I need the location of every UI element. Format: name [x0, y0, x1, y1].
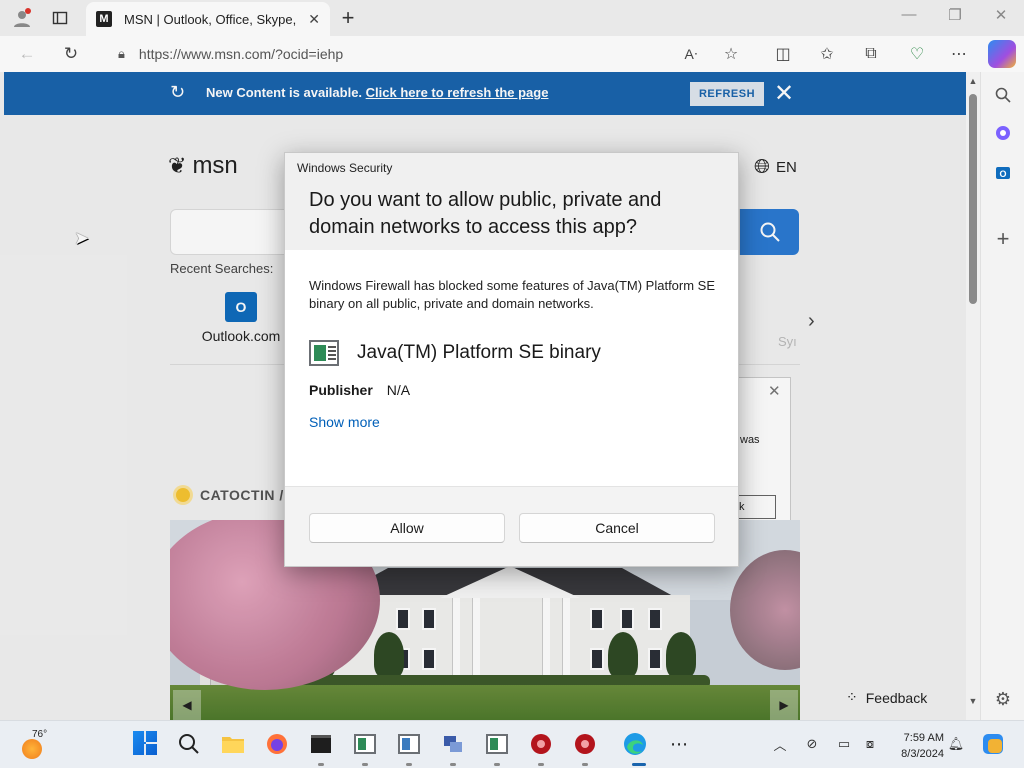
- network-app-icon[interactable]: [440, 731, 466, 757]
- tab-bar: M MSN | Outlook, Office, Skype, Bing ✕ +…: [0, 0, 1024, 36]
- java-app-icon-1[interactable]: [352, 731, 378, 757]
- page-scrollbar[interactable]: ▲ ▼: [966, 72, 980, 720]
- clock-time: 7:59 AM: [903, 732, 944, 744]
- tray-display-icon[interactable]: ▭: [834, 734, 854, 754]
- terminal-icon[interactable]: [308, 731, 334, 757]
- java-app-icon: [309, 340, 339, 366]
- ruby-app-icon-1[interactable]: [528, 731, 554, 757]
- taskbar-clock[interactable]: 7:59 AM 8/3/2024: [884, 730, 944, 762]
- tray-wifi-off-icon[interactable]: ⊘: [802, 734, 822, 754]
- minimize-icon[interactable]: —: [894, 6, 924, 28]
- sidebar-search-icon[interactable]: [990, 82, 1016, 108]
- profile-icon[interactable]: [10, 6, 34, 30]
- tab-title: MSN | Outlook, Office, Skype, Bing: [124, 11, 299, 27]
- restore-icon[interactable]: ❐: [940, 6, 970, 28]
- browser-essentials-icon[interactable]: ♡: [904, 42, 930, 66]
- taskbar: 76° ⋯ ︿ ⊘ ▭ ⧇ 7:59 AM 8/3/2024 🔔︎: [0, 720, 1024, 768]
- notification-bell-icon[interactable]: 🔔︎: [946, 734, 966, 754]
- weather-temperature: 76°: [32, 729, 48, 740]
- new-tab-icon[interactable]: +: [336, 5, 360, 30]
- close-window-icon[interactable]: ✕: [986, 6, 1016, 28]
- dialog-header: Windows Security Do you want to allow pu…: [285, 153, 738, 250]
- java-app-icon-3[interactable]: [484, 731, 510, 757]
- dialog-app-name: Java(TM) Platform SE binary: [357, 342, 601, 363]
- read-aloud-icon[interactable]: Aᐧ: [678, 42, 704, 66]
- collections-icon[interactable]: ⧉: [858, 42, 884, 66]
- split-screen-icon[interactable]: ◫: [770, 42, 796, 66]
- tray-chevron-up-icon[interactable]: ︿: [770, 734, 790, 754]
- cancel-button[interactable]: Cancel: [519, 513, 715, 543]
- url-text: https://www.msn.com/?ocid=iehp: [138, 46, 344, 62]
- more-apps-icon[interactable]: ⋯: [666, 731, 692, 757]
- file-explorer-icon[interactable]: [220, 731, 246, 757]
- allow-button[interactable]: Allow: [309, 513, 505, 543]
- publisher-label: Publisher: [309, 382, 373, 398]
- settings-more-icon[interactable]: ⋯: [946, 42, 972, 66]
- dialog-heading: Do you want to allow public, private and…: [309, 189, 662, 238]
- dialog-footer: Allow Cancel: [285, 486, 738, 566]
- publisher-row: Publisher N/A: [309, 382, 410, 398]
- add-sidebar-item-icon[interactable]: +: [990, 226, 1016, 252]
- edge-browser-icon[interactable]: [622, 731, 648, 757]
- windows-security-dialog: Windows Security Do you want to allow pu…: [284, 152, 739, 567]
- taskbar-search-icon[interactable]: [176, 731, 202, 757]
- weather-sun-icon: [22, 739, 42, 759]
- copilot-taskbar-icon[interactable]: [980, 734, 1006, 754]
- outlook-sidebar-icon[interactable]: O: [990, 160, 1016, 186]
- ruby-app-icon-2[interactable]: [572, 731, 598, 757]
- tab-actions-icon[interactable]: [48, 6, 72, 30]
- address-bar: ← ↻ 🔒︎ https://www.msn.com/?ocid=iehp Aᐧ…: [0, 36, 1024, 72]
- show-more-link[interactable]: Show more: [309, 414, 380, 430]
- lock-icon: 🔒︎: [118, 46, 125, 61]
- svg-text:O: O: [999, 169, 1006, 179]
- scroll-up-icon[interactable]: ▲: [966, 76, 980, 86]
- firefox-icon[interactable]: [264, 731, 290, 757]
- dialog-description: Windows Firewall has blocked some featur…: [309, 278, 716, 311]
- clock-date: 8/3/2024: [901, 748, 944, 760]
- dialog-app-title: Windows Security: [297, 161, 393, 175]
- copilot-icon[interactable]: [988, 40, 1016, 68]
- url-field[interactable]: 🔒︎ https://www.msn.com/?ocid=iehp: [110, 40, 760, 68]
- tray-network-icon[interactable]: ⧇: [860, 734, 880, 754]
- scroll-down-icon[interactable]: ▼: [966, 696, 980, 706]
- copilot-sidebar-icon[interactable]: [990, 120, 1016, 146]
- publisher-value: N/A: [386, 382, 411, 398]
- msn-favicon-icon: M: [96, 11, 112, 27]
- java-app-icon-2[interactable]: [396, 731, 422, 757]
- tab-msn[interactable]: M MSN | Outlook, Office, Skype, Bing ✕: [86, 2, 330, 36]
- weather-widget[interactable]: 76°: [20, 729, 50, 759]
- edge-sidebar: O + ⚙: [980, 72, 1024, 720]
- scroll-thumb[interactable]: [969, 94, 977, 304]
- favorite-star-icon[interactable]: ☆: [718, 42, 744, 66]
- gear-icon[interactable]: ⚙: [990, 686, 1016, 712]
- start-menu-icon[interactable]: [133, 731, 157, 755]
- tab-close-icon[interactable]: ✕: [308, 11, 320, 28]
- favorites-icon[interactable]: ✩: [814, 42, 840, 66]
- reload-icon[interactable]: ↻: [58, 42, 84, 66]
- back-icon[interactable]: ←: [14, 42, 40, 66]
